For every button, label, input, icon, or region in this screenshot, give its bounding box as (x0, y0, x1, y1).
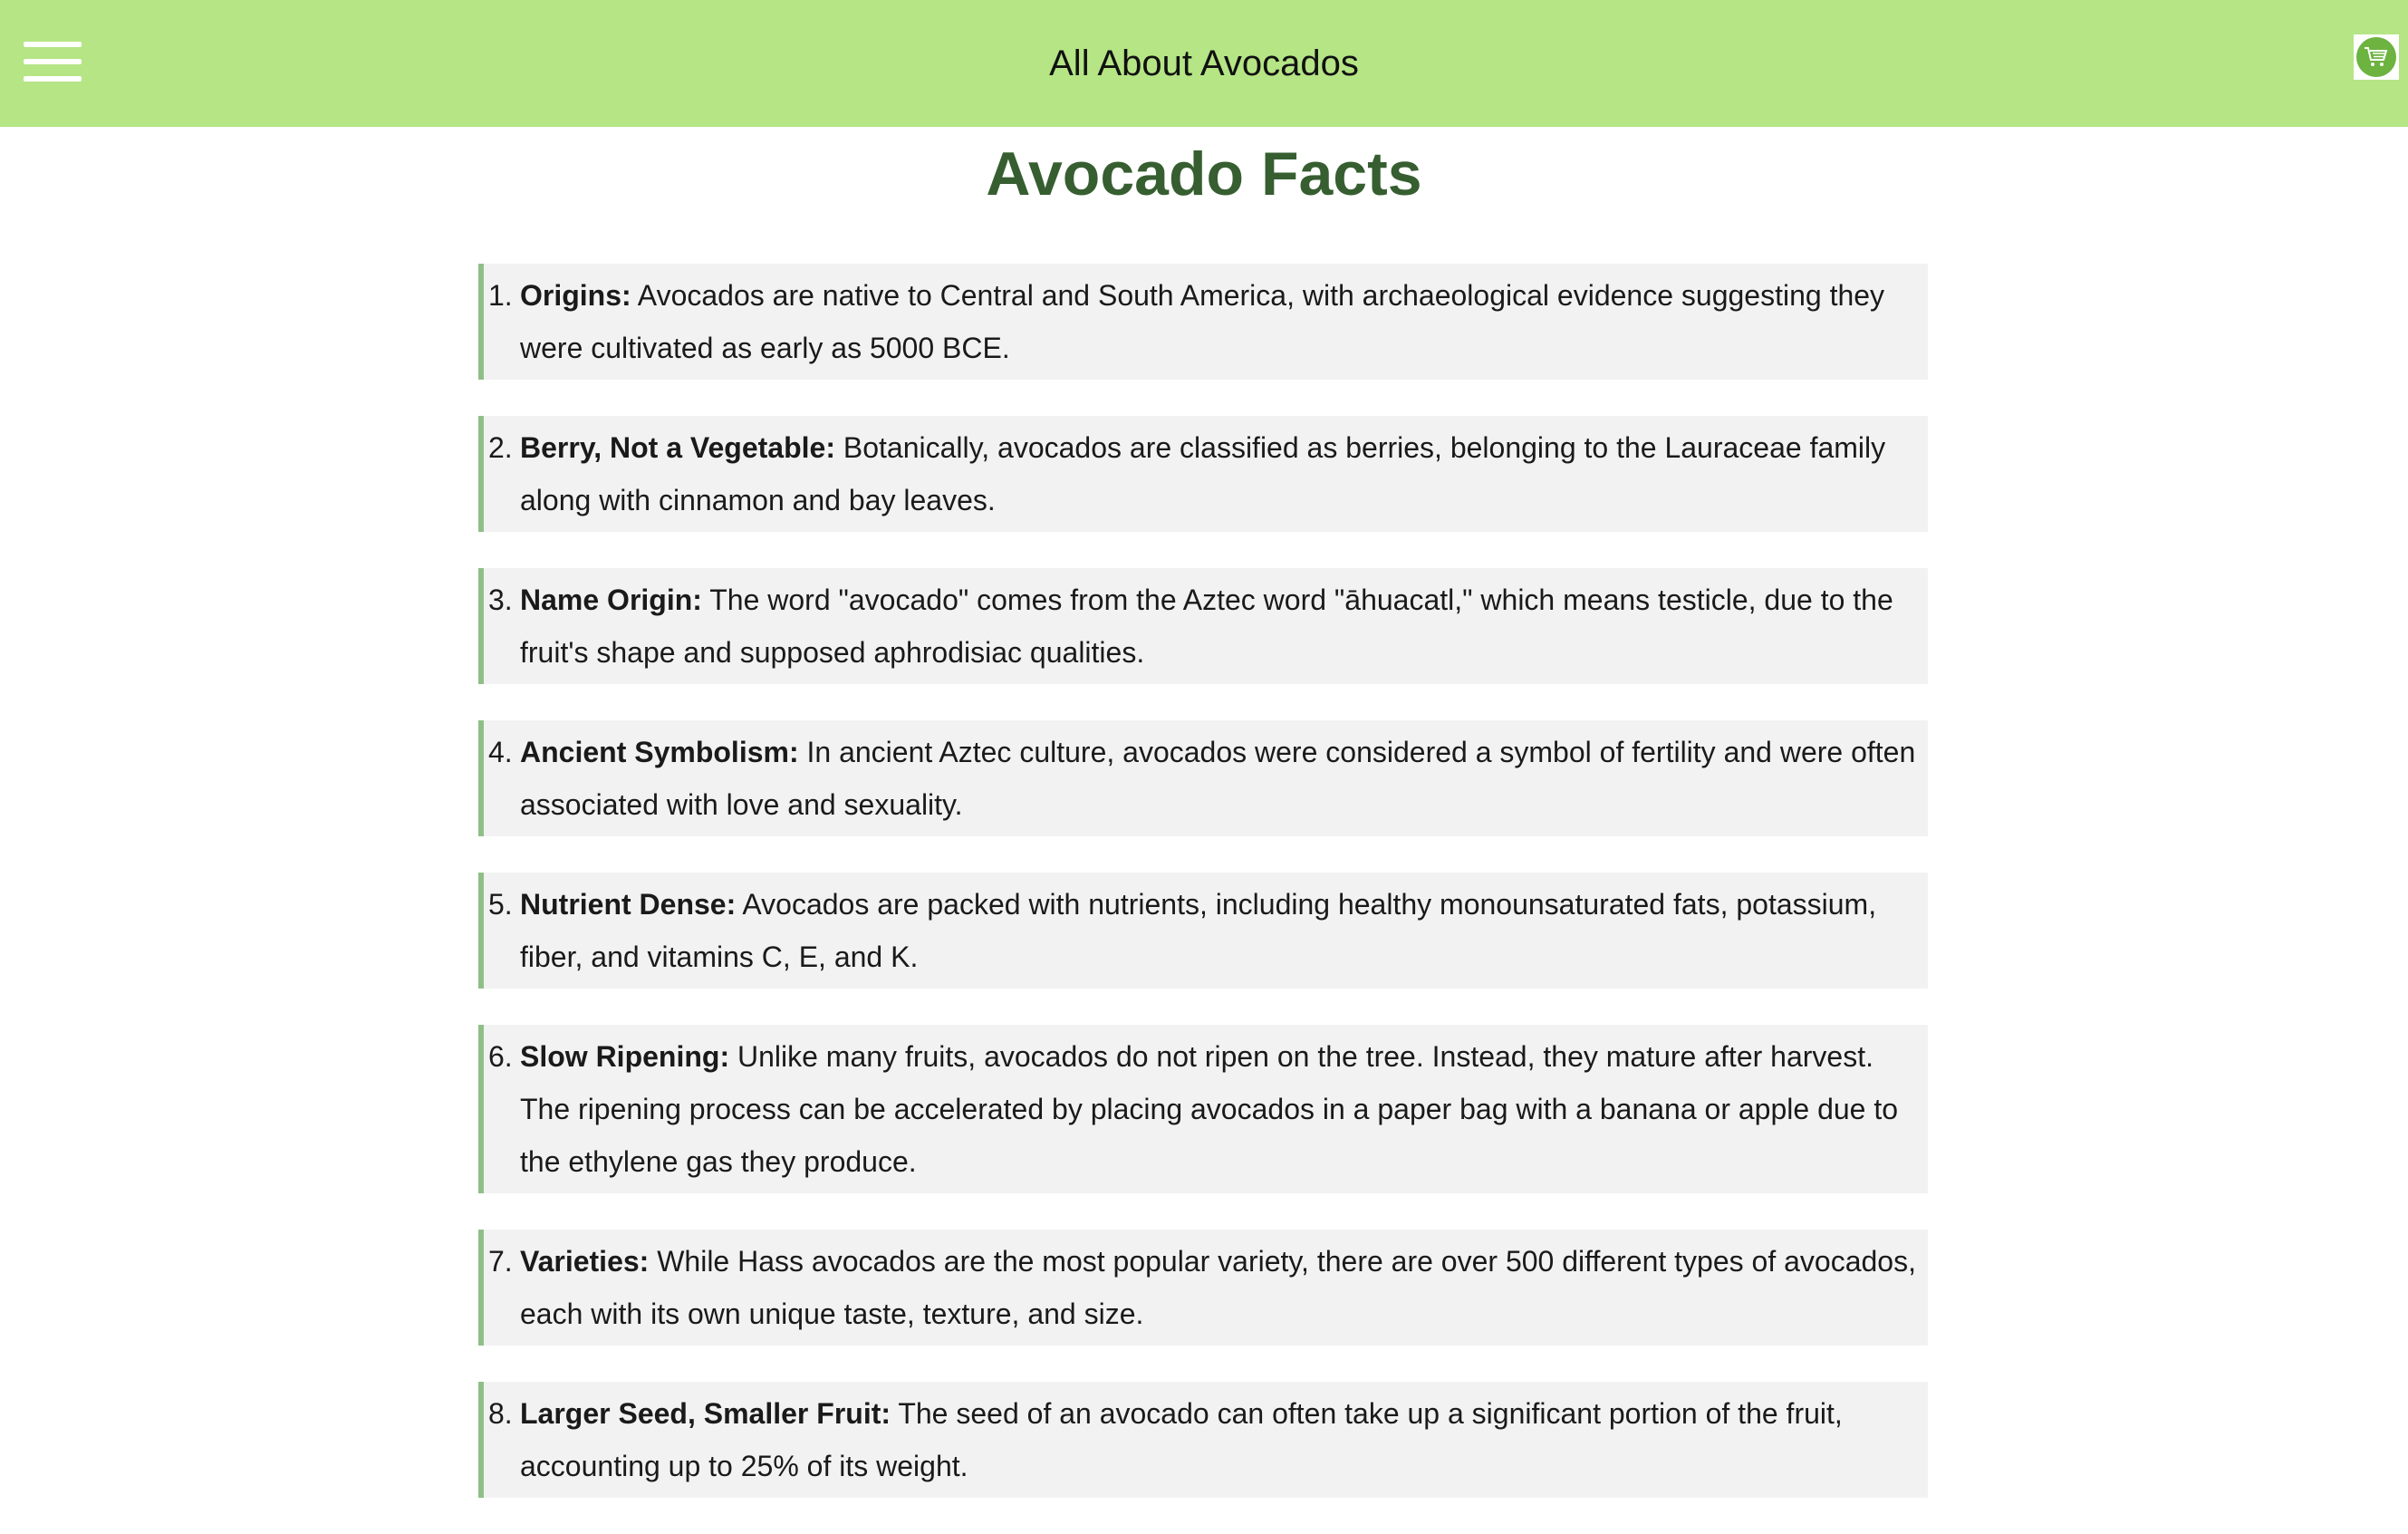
fact-term: Berry, Not a Vegetable: (520, 431, 835, 464)
fact-item: 3. Name Origin: The word "avocado" comes … (478, 568, 1928, 684)
fact-item: 1. Origins: Avocados are native to Centra… (478, 264, 1928, 380)
cart-glyph (2365, 47, 2388, 66)
fact-item: 8. Larger Seed, Smaller Fruit: The seed o… (478, 1382, 1928, 1498)
fact-number: 3. (488, 584, 513, 616)
fact-item: 6. Slow Ripening: Unlike many fruits, avo… (478, 1025, 1928, 1193)
fact-text: While Hass avocados are the most popular… (520, 1245, 1916, 1330)
fact-text: Avocados are native to Central and South… (520, 279, 1885, 364)
page-title: Avocado Facts (986, 140, 1422, 208)
shopping-cart-button[interactable] (2354, 34, 2399, 80)
fact-number: 1. (488, 279, 513, 312)
top-bar: All About Avocados (0, 0, 2408, 127)
fact-item: 5. Nutrient Dense: Avocados are packed wi… (478, 873, 1928, 989)
fact-number: 5. (488, 888, 513, 921)
fact-number: 4. (488, 736, 513, 768)
fact-number: 8. (488, 1397, 513, 1430)
facts-list: 1. Origins: Avocados are native to Centra… (478, 264, 1928, 1534)
fact-term: Ancient Symbolism: (520, 736, 799, 768)
fact-term: Varieties: (520, 1245, 650, 1278)
fact-item: 7. Varieties: While Hass avocados are the… (478, 1230, 1928, 1346)
fact-term: Larger Seed, Smaller Fruit: (520, 1397, 891, 1430)
fact-term: Name Origin: (520, 584, 702, 616)
fact-number: 7. (488, 1245, 513, 1278)
fact-term: Slow Ripening: (520, 1040, 730, 1073)
fact-number: 2. (488, 431, 513, 464)
fact-term: Origins: (520, 279, 631, 312)
fact-number: 6. (488, 1040, 513, 1073)
fact-text: The word "avocado" comes from the Aztec … (520, 584, 1893, 669)
site-title: All About Avocados (1049, 43, 1359, 83)
fact-term: Nutrient Dense: (520, 888, 737, 921)
fact-item: 4. Ancient Symbolism: In ancient Aztec cu… (478, 720, 1928, 836)
fact-item: 2. Berry, Not a Vegetable: Botanically, a… (478, 416, 1928, 532)
